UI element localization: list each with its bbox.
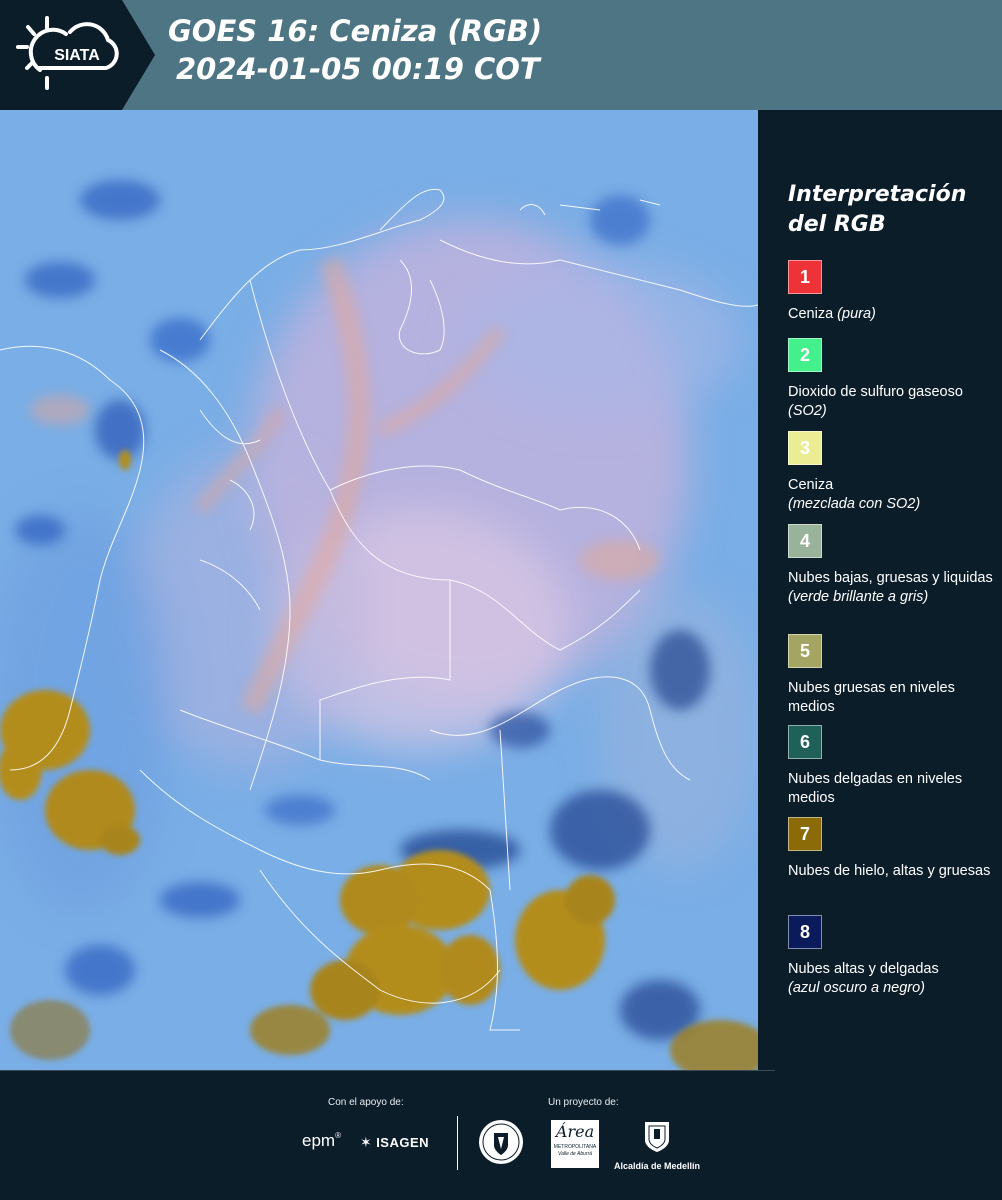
legend-label: Ceniza [788, 477, 834, 493]
legend-number: 6 [799, 731, 810, 752]
legend-item: 7 Nubes de hielo, altas y gruesas [788, 817, 998, 881]
legend-note: (mezclada con SO2) [788, 496, 921, 512]
coat-of-arms-icon [645, 1122, 669, 1152]
legend-swatch: 4 [788, 524, 822, 558]
legend-note: (verde brillante a gris) [788, 589, 929, 605]
legend-item: 1 Ceniza (pura) [788, 260, 998, 324]
area-metropolitana-logo: Área METROPOLITANA Valle de Aburrá [551, 1120, 599, 1168]
isagen-icon: ✶ [360, 1134, 372, 1150]
legend-swatch: 2 [788, 338, 822, 372]
area-sub1: METROPOLITANA [553, 1144, 597, 1150]
legend-label: Nubes altas y delgadas [788, 961, 939, 977]
epm-text: epm [302, 1131, 336, 1150]
legend-label: Dioxido de sulfuro gaseoso [788, 384, 963, 400]
legend-label: Nubes bajas, gruesas y liquidas [788, 570, 993, 586]
footer-divider [0, 1070, 775, 1071]
legend-number: 3 [799, 437, 810, 458]
satellite-map [0, 110, 758, 1070]
logo-text: SIATA [54, 47, 100, 64]
footer-separator [457, 1116, 458, 1170]
legend-panel: Interpretación del RGB 1 Ceniza (pura) 2… [760, 110, 1002, 1070]
legend-label: Nubes gruesas en niveles medios [788, 680, 955, 715]
legend-item: 6 Nubes delgadas en niveles medios [788, 725, 998, 808]
isagen-logo: ✶ ISAGEN [360, 1134, 429, 1152]
legend-swatch: 8 [788, 915, 822, 949]
legend-item: 4 Nubes bajas, gruesas y liquidas (verde … [788, 524, 998, 607]
legend-title: Interpretación del RGB [788, 182, 967, 237]
footer: Con el apoyo de: Un proyecto de: epm® ✶ … [0, 1070, 1002, 1200]
legend-label: Nubes de hielo, altas y gruesas [788, 863, 991, 879]
epm-logo: epm® [302, 1131, 341, 1150]
legend-label: Ceniza [788, 306, 838, 322]
legend-number: 5 [799, 640, 810, 661]
legend-swatch: 1 [788, 260, 822, 294]
legend-swatch: 3 [788, 431, 822, 465]
legend-note: (SO2) [788, 403, 827, 419]
siata-logo: SIATA [0, 0, 160, 110]
legend-number: 2 [799, 344, 810, 365]
area-sub2: Valle de Aburrá [557, 1151, 593, 1157]
alcaldia-medellin-logo: Alcaldía de Medellín [612, 1120, 702, 1171]
isagen-text: ISAGEN [376, 1135, 430, 1150]
area-title: Área [555, 1122, 595, 1141]
legend-swatch: 6 [788, 725, 822, 759]
legend-swatch: 7 [788, 817, 822, 851]
legend-item: 8 Nubes altas y delgadas (azul oscuro a n… [788, 915, 998, 998]
legend-number: 8 [799, 921, 810, 942]
legend-item: 3 Ceniza (mezclada con SO2) [788, 431, 998, 514]
title-block: GOES 16: Ceniza (RGB) 2024-01-05 00:19 C… [168, 12, 542, 88]
alcaldia-text: Alcaldía de Medellín [613, 1161, 701, 1171]
legend-note: (pura) [837, 306, 876, 322]
support-caption: Con el apoyo de: [328, 1097, 404, 1108]
legend-item: 5 Nubes gruesas en niveles medios [788, 634, 998, 717]
page-timestamp: 2024-01-05 00:19 COT [176, 52, 540, 86]
legend-note: (azul oscuro a negro) [788, 980, 926, 996]
legend-item: 2 Dioxido de sulfuro gaseoso (SO2) [788, 338, 998, 421]
project-caption: Un proyecto de: [548, 1097, 619, 1108]
page-title: GOES 16: Ceniza (RGB) [168, 14, 543, 48]
legend-number: 4 [799, 530, 810, 551]
legend-number: 1 [799, 266, 810, 287]
header: SIATA GOES 16: Ceniza (RGB) 2024-01-05 0… [0, 0, 1002, 110]
legend-label: Nubes delgadas en niveles medios [788, 771, 963, 806]
legend-number: 7 [799, 823, 810, 844]
legend-swatch: 5 [788, 634, 822, 668]
university-seal-icon [478, 1119, 524, 1170]
